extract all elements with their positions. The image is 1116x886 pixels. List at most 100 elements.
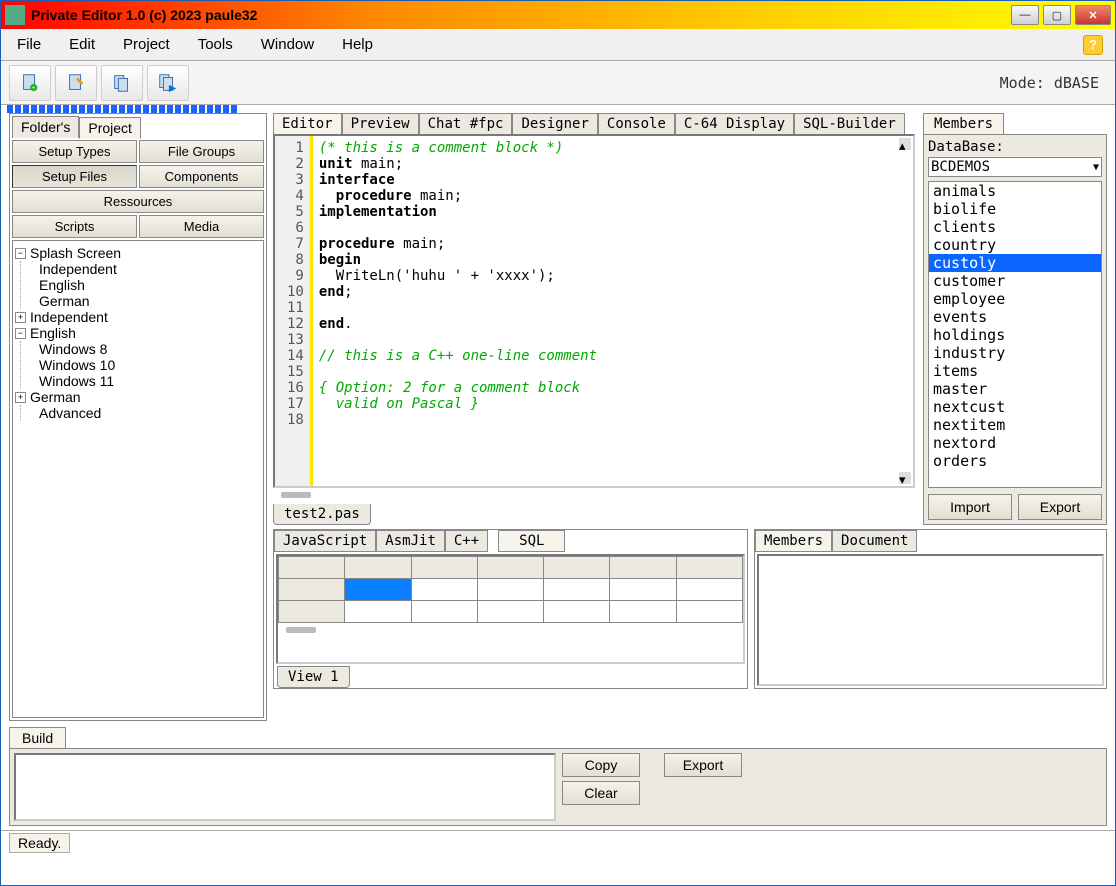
menu-help[interactable]: Help [342, 36, 373, 53]
list-item[interactable]: items [929, 362, 1101, 380]
tree-expand-icon[interactable]: + [15, 392, 26, 403]
tree-item[interactable]: Windows 10 [39, 357, 115, 373]
resize-handle[interactable] [286, 627, 316, 633]
grid-cell[interactable] [411, 601, 477, 623]
tree-item[interactable]: English [39, 277, 85, 293]
file-tab[interactable]: test2.pas [273, 504, 371, 525]
menu-project[interactable]: Project [123, 36, 170, 53]
tree-item[interactable]: Independent [30, 309, 108, 325]
export-button[interactable]: Export [1018, 494, 1102, 520]
list-item[interactable]: events [929, 308, 1101, 326]
tree-item[interactable]: English [30, 325, 76, 341]
btn-setup-types[interactable]: Setup Types [12, 140, 137, 163]
minimize-button[interactable]: — [1011, 5, 1039, 25]
tab-view1[interactable]: View 1 [277, 666, 350, 688]
btn-ressources[interactable]: Ressources [12, 190, 264, 213]
tree-item[interactable]: German [39, 293, 90, 309]
tree-item[interactable]: Windows 11 [39, 373, 114, 389]
tree-item[interactable]: Advanced [39, 405, 101, 421]
export-button-2[interactable]: Export [664, 753, 742, 777]
menu-window[interactable]: Window [261, 36, 314, 53]
tree-collapse-icon[interactable]: − [15, 248, 26, 259]
tab-project[interactable]: Project [79, 117, 141, 139]
list-item[interactable]: industry [929, 344, 1101, 362]
grid-cell[interactable] [477, 601, 543, 623]
tab-document[interactable]: Document [832, 530, 917, 552]
grid-cell[interactable] [610, 601, 676, 623]
build-output[interactable] [14, 753, 556, 821]
grid-header[interactable] [411, 557, 477, 579]
list-item[interactable]: orders [929, 452, 1101, 470]
tab-folders[interactable]: Folder's [12, 116, 79, 138]
tree-item[interactable]: Independent [39, 261, 117, 277]
grid-cell[interactable] [544, 579, 610, 601]
btn-setup-files[interactable]: Setup Files [12, 165, 137, 188]
list-item[interactable]: clients [929, 218, 1101, 236]
tab-asmjit[interactable]: AsmJit [376, 530, 445, 552]
grid-header[interactable] [477, 557, 543, 579]
grid-rowhead[interactable] [279, 601, 345, 623]
btn-file-groups[interactable]: File Groups [139, 140, 264, 163]
grid-cell[interactable] [610, 579, 676, 601]
btn-scripts[interactable]: Scripts [12, 215, 137, 238]
tab-preview[interactable]: Preview [342, 113, 419, 134]
tree-item[interactable]: German [30, 389, 81, 405]
btn-components[interactable]: Components [139, 165, 264, 188]
maximize-button[interactable]: ▢ [1043, 5, 1071, 25]
grid-header[interactable] [610, 557, 676, 579]
tab-c64[interactable]: C-64 Display [675, 113, 794, 134]
doc-area[interactable] [757, 554, 1104, 686]
btn-media[interactable]: Media [139, 215, 264, 238]
grid-header[interactable] [544, 557, 610, 579]
new-file-button[interactable]: + [9, 65, 51, 101]
table-list[interactable]: animals biolife clients country custoly … [928, 181, 1102, 488]
scroll-up-icon[interactable]: ▴ [899, 138, 911, 150]
list-item[interactable]: master [929, 380, 1101, 398]
tree-item[interactable]: Splash Screen [30, 245, 121, 261]
menu-file[interactable]: File [17, 36, 41, 53]
grid-cell[interactable] [676, 601, 742, 623]
list-item[interactable]: animals [929, 182, 1101, 200]
grid-cell[interactable] [345, 601, 411, 623]
code-area[interactable]: (* this is a comment block *) unit main;… [313, 136, 913, 486]
grid-header[interactable] [279, 557, 345, 579]
grid-rowhead[interactable] [279, 579, 345, 601]
sql-grid[interactable] [276, 554, 745, 664]
copy-file-button[interactable] [101, 65, 143, 101]
tree-collapse-icon[interactable]: − [15, 328, 26, 339]
tab-members[interactable]: Members [923, 113, 1004, 134]
tab-sqlbuilder[interactable]: SQL-Builder [794, 113, 905, 134]
list-item[interactable]: customer [929, 272, 1101, 290]
list-item[interactable]: nextcust [929, 398, 1101, 416]
list-item[interactable]: country [929, 236, 1101, 254]
tab-javascript[interactable]: JavaScript [274, 530, 376, 552]
import-button[interactable]: Import [928, 494, 1012, 520]
grid-cell[interactable] [477, 579, 543, 601]
menu-tools[interactable]: Tools [198, 36, 233, 53]
grid-cell[interactable] [345, 579, 411, 601]
project-tree[interactable]: −Splash Screen Independent English Germa… [12, 240, 264, 718]
close-button[interactable]: ✕ [1075, 5, 1111, 25]
tab-cpp[interactable]: C++ [445, 530, 488, 552]
tree-expand-icon[interactable]: + [15, 312, 26, 323]
tab-build[interactable]: Build [9, 727, 66, 748]
resize-handle[interactable] [281, 492, 311, 498]
list-item[interactable]: custoly [929, 254, 1101, 272]
list-item[interactable]: nextitem [929, 416, 1101, 434]
grid-cell[interactable] [676, 579, 742, 601]
edit-file-button[interactable] [55, 65, 97, 101]
tree-item[interactable]: Windows 8 [39, 341, 107, 357]
run-file-button[interactable] [147, 65, 189, 101]
scroll-down-icon[interactable]: ▾ [899, 472, 911, 484]
list-item[interactable]: biolife [929, 200, 1101, 218]
grid-cell[interactable] [544, 601, 610, 623]
tab-editor[interactable]: Editor [273, 113, 342, 134]
tab-members2[interactable]: Members [755, 530, 832, 552]
grid-header[interactable] [676, 557, 742, 579]
grid-cell[interactable] [411, 579, 477, 601]
clear-button[interactable]: Clear [562, 781, 640, 805]
copy-button[interactable]: Copy [562, 753, 640, 777]
tab-console[interactable]: Console [598, 113, 675, 134]
code-editor[interactable]: 123456789101112131415161718 (* this is a… [273, 134, 915, 488]
list-item[interactable]: holdings [929, 326, 1101, 344]
